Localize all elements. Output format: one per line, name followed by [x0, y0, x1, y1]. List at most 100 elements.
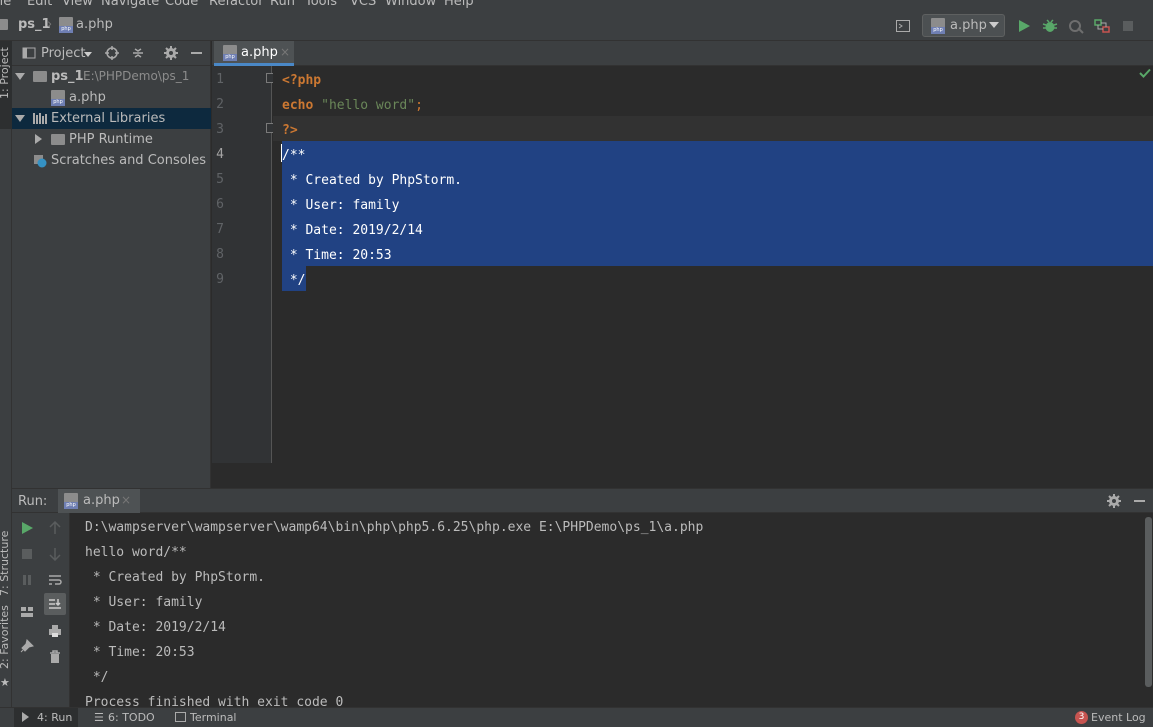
menu-file[interactable]: ile: [0, 0, 11, 9]
pin-icon[interactable]: [20, 639, 34, 653]
menu-code[interactable]: Code: [165, 0, 198, 9]
close-icon[interactable]: ×: [280, 45, 290, 59]
tree-item-label: PHP Runtime: [69, 132, 153, 147]
menu-vcs[interactable]: VCS: [350, 0, 376, 9]
code-line: * Time: 20:53: [282, 248, 392, 263]
minimize-icon[interactable]: [191, 52, 202, 54]
project-tool-tab[interactable]: 1: Project: [0, 41, 12, 129]
php-file-icon: [59, 17, 73, 33]
console-window-icon[interactable]: [895, 18, 911, 34]
console-line: * Time: 20:53: [85, 645, 195, 660]
bottom-tool-bar: 4: Run ☰ 6: TODO Terminal 3 Event Log: [0, 707, 1153, 727]
menu-tools[interactable]: Tools: [305, 0, 337, 9]
menu-help[interactable]: Help: [444, 0, 474, 9]
php-file-icon: [223, 45, 237, 61]
menu-edit[interactable]: Edit: [27, 0, 52, 9]
minimize-icon[interactable]: [1134, 500, 1145, 502]
scroll-to-end-toggle[interactable]: [44, 593, 66, 615]
navigation-bar: ps_1 › a.php a.php: [0, 10, 1153, 41]
menu-run[interactable]: Run: [270, 0, 295, 9]
tree-item-external-libraries[interactable]: External Libraries: [12, 108, 211, 129]
project-panel-header: Project: [12, 41, 211, 66]
console-line: * Created by PhpStorm.: [85, 570, 266, 585]
menu-navigate[interactable]: Navigate: [101, 0, 159, 9]
line-number: 1: [216, 72, 224, 87]
library-icon: [33, 113, 47, 124]
menu-window[interactable]: Window: [385, 0, 436, 9]
run-config-selector[interactable]: a.php: [922, 14, 1005, 37]
locate-icon[interactable]: [105, 46, 119, 60]
favorites-tab-label[interactable]: 2: Favorites: [0, 605, 11, 669]
stop-icon[interactable]: [1120, 18, 1136, 34]
menu-view[interactable]: View: [62, 0, 93, 9]
tree-item-php-runtime[interactable]: PHP Runtime: [12, 129, 211, 150]
console-line: * Date: 2019/2/14: [85, 620, 226, 635]
stop-icon[interactable]: [20, 547, 34, 561]
console-line: * User: family: [85, 595, 203, 610]
rerun-icon[interactable]: [20, 521, 34, 535]
project-view-selector[interactable]: Project: [41, 46, 85, 61]
structure-tab-label[interactable]: 7: Structure: [0, 531, 11, 596]
tree-item-label: External Libraries: [51, 111, 166, 126]
terminal-tool-tab[interactable]: Terminal: [190, 711, 237, 724]
console-line: hello word/**: [85, 545, 187, 560]
project-tab-label: 1: Project: [0, 47, 11, 99]
arrow-up-icon[interactable]: [48, 521, 62, 535]
expand-arrow-icon[interactable]: [35, 134, 42, 144]
tree-item-a-php[interactable]: a.php: [12, 87, 211, 108]
terminal-icon: [175, 712, 186, 722]
coverage-icon[interactable]: [1068, 18, 1084, 34]
line-number: 2: [216, 97, 224, 112]
code-editor[interactable]: <?php echo "hello word"; ?> /** * Create…: [273, 66, 1153, 463]
profiler-icon[interactable]: [1094, 18, 1110, 34]
tree-item-project-root[interactable]: ps_1 E:\PHPDemo\ps_1: [12, 66, 211, 87]
gear-icon[interactable]: [1107, 494, 1121, 508]
layout-icon[interactable]: [20, 605, 34, 619]
project-folder-icon: [0, 19, 8, 30]
code-keyword: <?php: [282, 73, 322, 88]
inspection-ok-icon[interactable]: [1139, 68, 1151, 78]
code-line: /**: [282, 148, 306, 163]
soft-wrap-icon[interactable]: [48, 573, 62, 587]
menu-refactor[interactable]: Refactor: [209, 0, 264, 9]
gear-icon[interactable]: [164, 46, 178, 60]
code-line: * Date: 2019/2/14: [282, 223, 423, 238]
tree-item-label: Scratches and Consoles: [51, 153, 207, 168]
collapse-all-icon[interactable]: [131, 46, 145, 60]
code-keyword: echo: [282, 98, 314, 113]
todo-tool-tab[interactable]: 6: TODO: [108, 711, 155, 724]
code-string: "hello word": [321, 98, 416, 113]
editor-tab-a-php[interactable]: a.php ×: [214, 41, 294, 66]
debug-icon[interactable]: [1042, 18, 1058, 34]
tree-item-scratches[interactable]: Scratches and Consoles: [12, 150, 211, 171]
run-tab-a-php[interactable]: a.php ×: [58, 489, 140, 513]
run-icon[interactable]: [1016, 18, 1032, 34]
console-line: */: [85, 670, 109, 685]
run-console[interactable]: D:\wampserver\wampserver\wamp64\bin\php\…: [70, 513, 1143, 707]
run-tab-label: a.php: [83, 493, 120, 508]
code-line: */: [282, 273, 306, 288]
arrow-down-icon[interactable]: [48, 547, 62, 561]
breadcrumb-project[interactable]: ps_1: [18, 17, 51, 32]
code-line: * Created by PhpStorm.: [282, 173, 463, 188]
folder-icon: [33, 71, 47, 82]
print-icon[interactable]: [48, 624, 62, 638]
pause-icon[interactable]: [20, 573, 34, 587]
event-log-tool-tab[interactable]: Event Log: [1091, 711, 1146, 724]
project-panel: Project ps_1 E:\PHPDemo\ps_1 a.php Exter…: [12, 41, 211, 488]
run-tool-tab[interactable]: 4: Run: [14, 708, 78, 727]
expand-arrow-icon[interactable]: [15, 73, 25, 80]
tree-item-path: E:\PHPDemo\ps_1: [83, 69, 190, 83]
breadcrumb-file[interactable]: a.php: [76, 17, 113, 32]
run-toolbar-primary: [12, 513, 41, 707]
trash-icon[interactable]: [48, 650, 62, 664]
scrollbar-thumb[interactable]: [1145, 517, 1152, 687]
code-line: * User: family: [282, 198, 400, 213]
code-line: ?>: [282, 118, 298, 143]
console-scrollbar[interactable]: [1143, 513, 1153, 707]
chevron-down-icon: [84, 52, 92, 57]
expand-arrow-icon[interactable]: [15, 115, 25, 122]
code-keyword: ?>: [282, 123, 298, 138]
code-punctuation: ;: [415, 98, 423, 113]
close-icon[interactable]: ×: [121, 493, 131, 507]
